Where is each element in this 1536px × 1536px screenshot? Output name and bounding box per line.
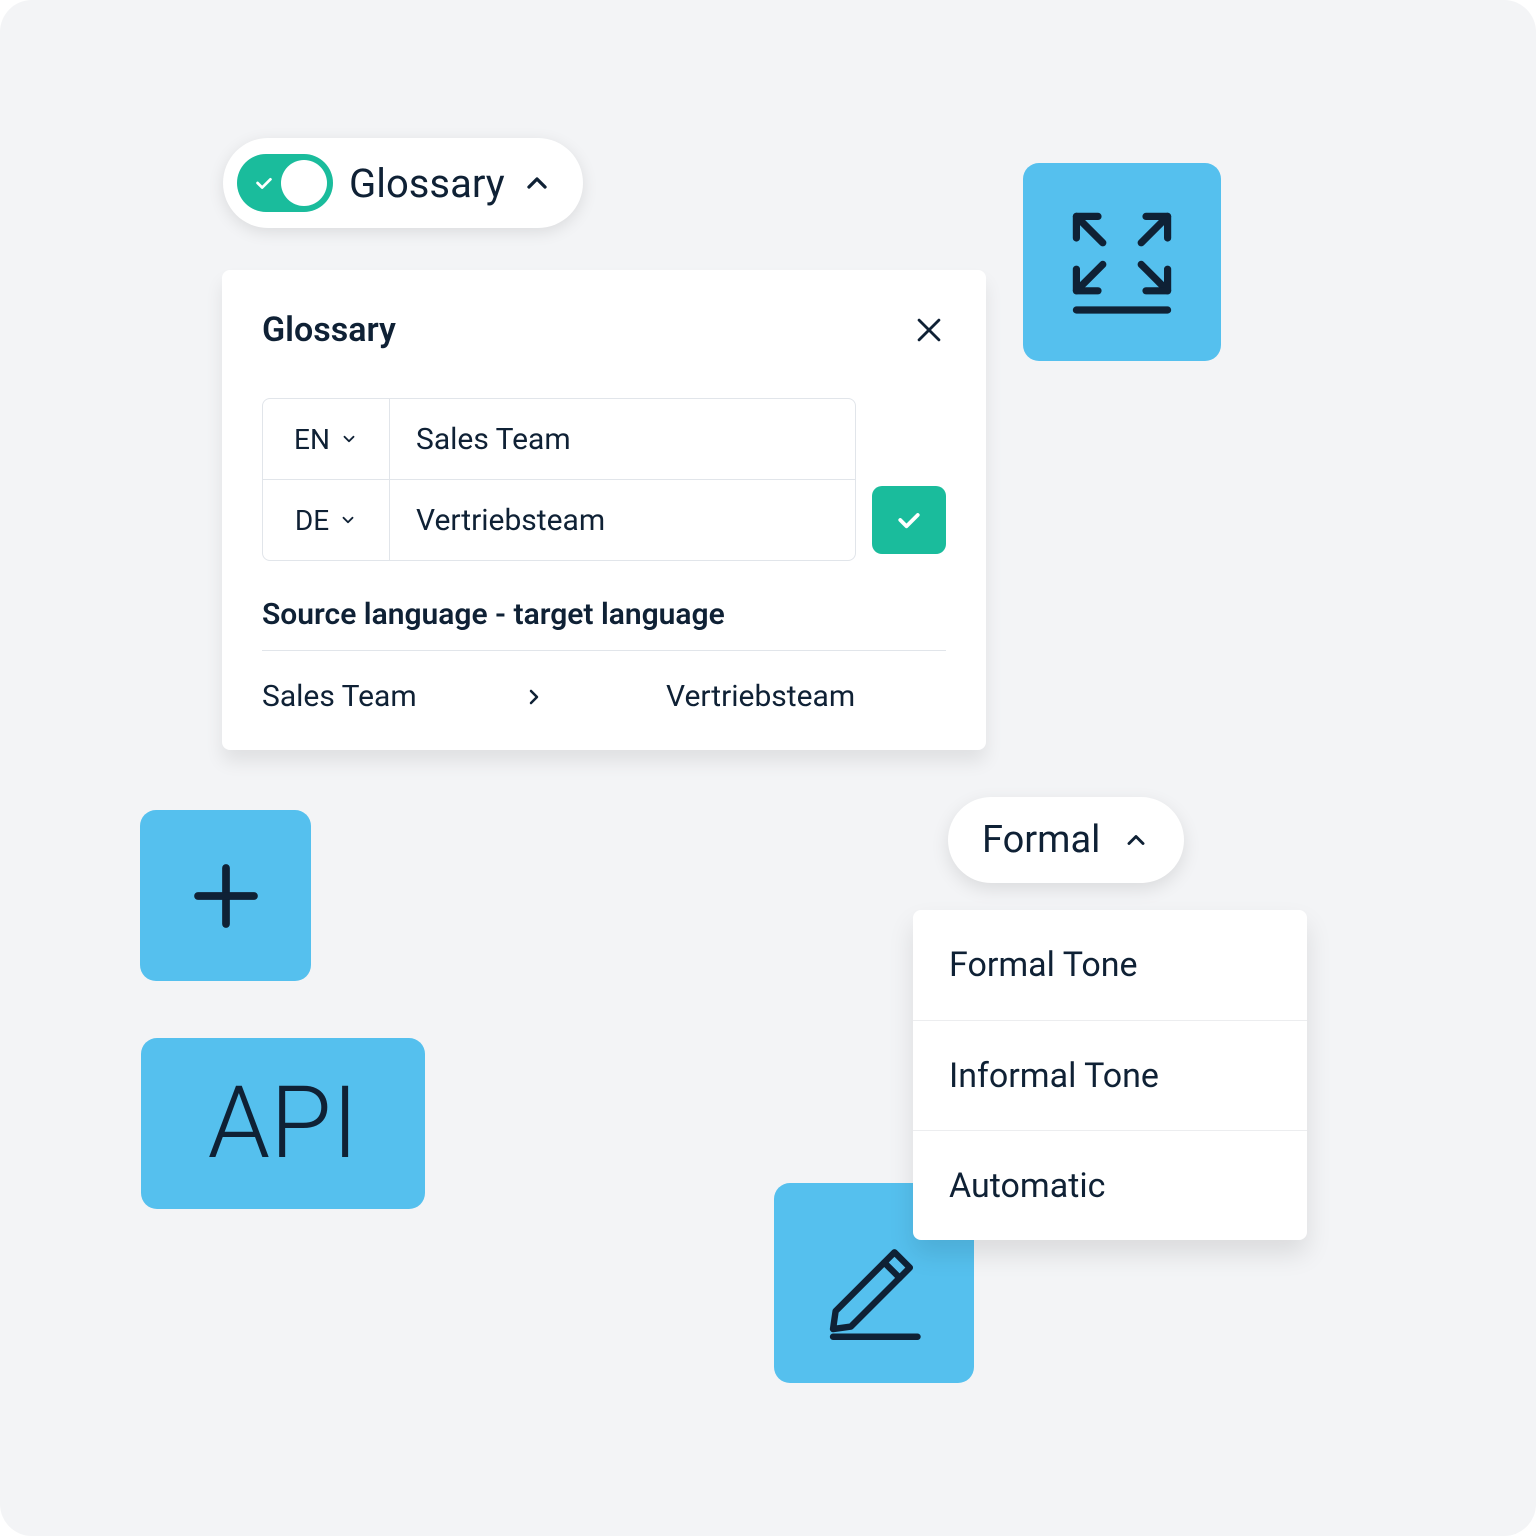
close-icon[interactable] xyxy=(912,313,946,347)
chevron-down-icon xyxy=(339,511,357,529)
glossary-panel-title: Glossary xyxy=(262,310,396,350)
mapping-source-term: Sales Team xyxy=(262,679,522,714)
chevron-right-icon xyxy=(522,685,546,709)
check-icon xyxy=(253,172,275,194)
chevron-up-icon xyxy=(521,167,553,199)
confirm-entry-button[interactable] xyxy=(872,486,946,554)
source-term-input[interactable]: Sales Team xyxy=(390,398,856,480)
target-lang-code: DE xyxy=(295,504,329,537)
formality-option-label: Formal Tone xyxy=(949,945,1138,985)
formality-menu: Formal Tone Informal Tone Automatic xyxy=(913,910,1307,1240)
formality-option-formal[interactable]: Formal Tone xyxy=(913,910,1307,1020)
expand-icon xyxy=(1062,202,1182,322)
expand-tile[interactable] xyxy=(1023,163,1221,361)
source-term-value: Sales Team xyxy=(416,422,571,457)
glossary-panel: Glossary EN Sales Team DE Vertriebsteam xyxy=(222,270,986,750)
plus-icon xyxy=(184,854,268,938)
glossary-section-label: Source language - target language xyxy=(262,597,946,651)
target-term-input[interactable]: Vertriebsteam xyxy=(390,479,856,561)
switch-knob xyxy=(281,160,327,206)
mapping-target-term: Vertriebsteam xyxy=(666,679,946,714)
formality-option-automatic[interactable]: Automatic xyxy=(913,1130,1307,1240)
formality-option-label: Automatic xyxy=(949,1166,1105,1206)
target-lang-select[interactable]: DE xyxy=(262,479,390,561)
api-tile[interactable]: API xyxy=(141,1038,425,1209)
source-lang-code: EN xyxy=(294,423,330,456)
formality-selected-label: Formal xyxy=(982,818,1100,862)
formality-option-informal[interactable]: Informal Tone xyxy=(913,1020,1307,1130)
formality-selector[interactable]: Formal xyxy=(948,797,1184,883)
glossary-mapping-row: Sales Team Vertriebsteam xyxy=(262,651,946,714)
target-term-value: Vertriebsteam xyxy=(416,503,605,538)
add-tile[interactable] xyxy=(140,810,311,981)
formality-option-label: Informal Tone xyxy=(949,1056,1159,1096)
glossary-toggle-pill[interactable]: Glossary xyxy=(223,138,583,228)
glossary-switch[interactable] xyxy=(237,154,333,212)
api-label: API xyxy=(208,1065,359,1182)
chevron-down-icon xyxy=(340,430,358,448)
glossary-toggle-label: Glossary xyxy=(349,160,505,207)
check-icon xyxy=(894,505,924,535)
source-lang-select[interactable]: EN xyxy=(262,398,390,480)
chevron-up-icon xyxy=(1122,826,1150,854)
